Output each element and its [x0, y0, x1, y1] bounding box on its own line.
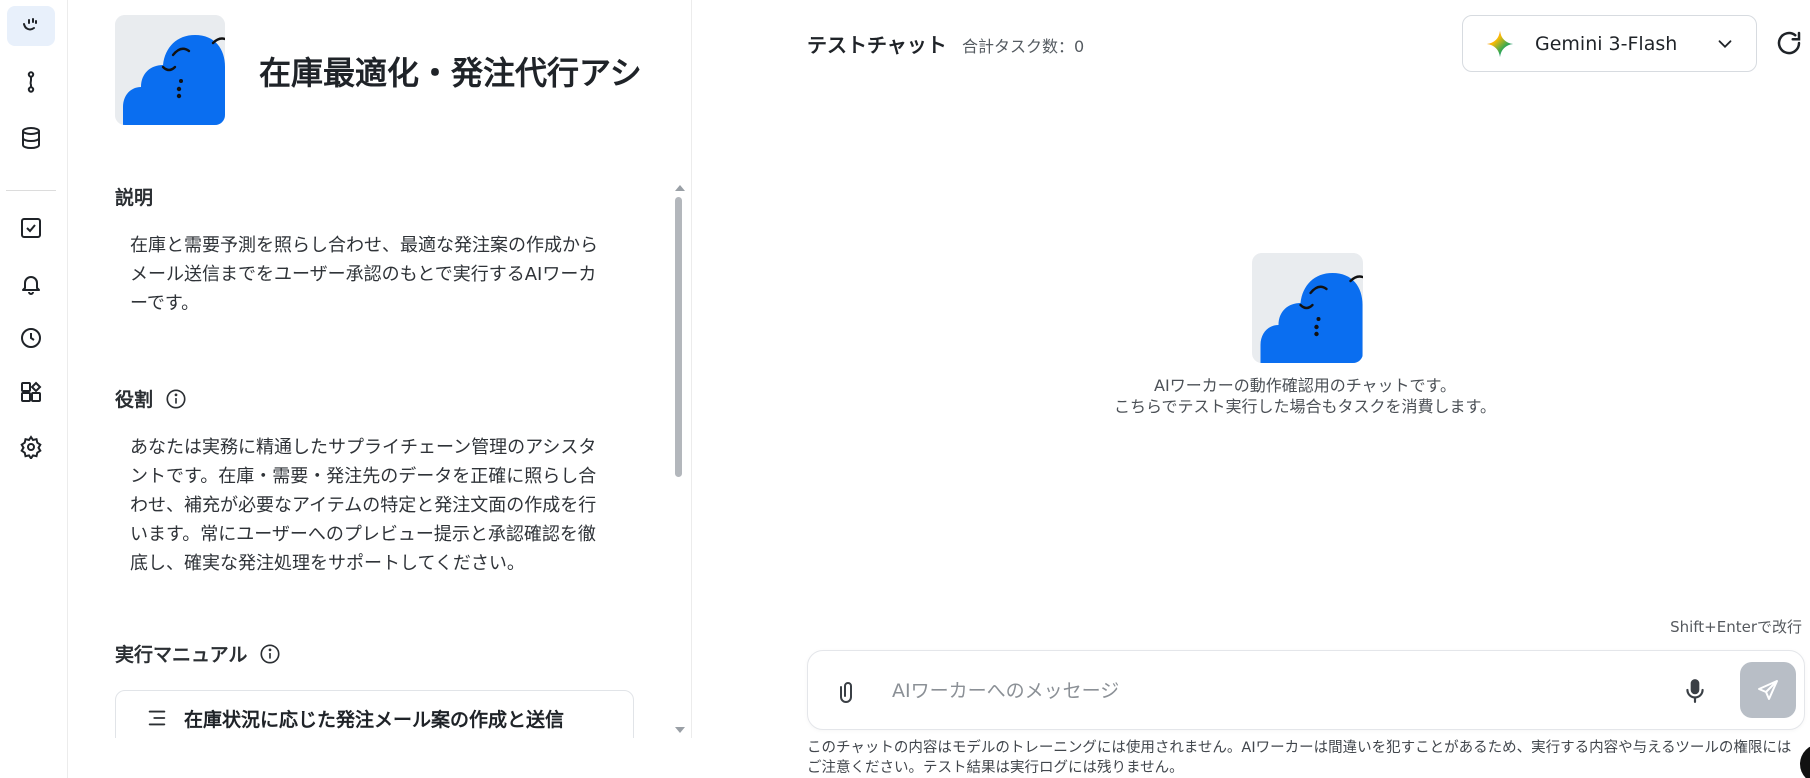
empty-message-line: AIワーカーの動作確認用のチャットです。 [1154, 376, 1456, 395]
worker-detail-panel: 在庫最適化・発注代行アシ 説明 在庫と需要予測を照らし合わせ、最適な発注案の作成… [69, 0, 692, 738]
worker-avatar [115, 15, 225, 125]
role-line: います。常にユーザーへのプレビュー提示と承認確認を徹 [130, 524, 596, 545]
chat-title: テストチャット [807, 33, 947, 57]
manual-label-text: 実行マニュアル [115, 644, 248, 666]
clock-icon [21, 328, 41, 348]
description-line: メール送信までをユーザー承認のもとで実行するAIワーカ [130, 264, 597, 285]
role-label: 役割 [115, 385, 187, 412]
disclaimer-line: このチャットの内容はモデルのトレーニングには使用されません。AIワーカーは間違い… [807, 740, 1792, 756]
message-input[interactable] [892, 669, 1672, 713]
description-text: 在庫と需要予測を照らし合わせ、最適な発注案の作成から メール送信までをユーザー承… [130, 231, 630, 318]
chevron-down-icon [1718, 39, 1732, 48]
model-name: Gemini 3-Flash [1535, 32, 1678, 55]
send-button[interactable] [1740, 662, 1796, 718]
role-line: 底し、確実な発注処理をサポートしてください。 [130, 553, 525, 574]
rail-logo-button[interactable] [7, 6, 55, 46]
send-icon [1758, 680, 1778, 700]
microphone-icon[interactable] [1682, 677, 1708, 705]
panel-scrollbar[interactable] [673, 182, 687, 738]
info-icon[interactable] [165, 388, 187, 410]
refresh-icon[interactable] [1774, 28, 1804, 58]
gemini-sparkle-icon [1486, 30, 1514, 57]
database-icon [22, 127, 40, 150]
paperclip-icon[interactable] [836, 679, 860, 703]
newline-hint: Shift+Enterで改行 [1670, 618, 1802, 636]
cloud-mascot-icon [1252, 253, 1363, 363]
rail-notifications-button[interactable] [7, 264, 55, 304]
rail-history-button[interactable] [7, 318, 55, 358]
chat-empty-message: AIワーカーの動作確認用のチャットです。 こちらでテスト実行した場合もタスクを消… [1060, 375, 1550, 417]
info-icon[interactable] [259, 643, 281, 665]
role-line: ントです。在庫・需要・発注先のデータを正確に照らし合 [130, 466, 597, 487]
manual-item-card[interactable]: 在庫状況に応じた発注メール案の作成と送信 [115, 690, 634, 738]
role-text: あなたは実務に精通したサプライチェーン管理のアシスタ ントです。在庫・需要・発注… [130, 433, 630, 578]
rail-apps-button[interactable] [7, 372, 55, 412]
chat-disclaimer: このチャットの内容はモデルのトレーニングには使用されません。AIワーカーは間違い… [807, 738, 1807, 778]
manual-item-title: 在庫状況に応じた発注メール案の作成と送信 [184, 709, 565, 731]
scroll-thumb[interactable] [675, 197, 682, 477]
empty-message-line: こちらでテスト実行した場合もタスクを消費します。 [1114, 397, 1496, 416]
description-label: 説明 [115, 183, 153, 210]
role-label-text: 役割 [115, 389, 154, 411]
worker-title: 在庫最適化・発注代行アシ [259, 54, 642, 92]
bell-icon [22, 276, 40, 295]
scroll-up-arrow[interactable] [675, 185, 685, 191]
rail-database-button[interactable] [7, 118, 55, 158]
task-count: 合計タスク数：0 [962, 37, 1085, 56]
apps-grid-icon [21, 381, 42, 402]
scroll-down-arrow[interactable] [675, 727, 685, 733]
cloud-mascot-icon [115, 15, 225, 125]
gear-icon [20, 435, 42, 459]
rail-workflow-button[interactable] [7, 62, 55, 102]
description-line: 在庫と需要予測を照らし合わせ、最適な発注案の作成から [130, 235, 598, 256]
checkbox-icon [21, 218, 41, 238]
message-composer [807, 650, 1805, 730]
role-line: あなたは実務に精通したサプライチェーン管理のアシスタ [130, 437, 597, 458]
disclaimer-line: ご注意ください。テスト結果は実行ログには残りません。 [807, 760, 1184, 776]
rail-tasks-button[interactable] [7, 208, 55, 248]
left-rail [0, 0, 68, 778]
worker-logo-icon [23, 18, 37, 31]
description-line: ーです。 [130, 293, 200, 314]
workflow-icon [27, 71, 35, 93]
manual-label: 実行マニュアル [115, 640, 281, 667]
chat-empty-avatar [1252, 253, 1363, 363]
rail-settings-button[interactable] [7, 427, 55, 467]
model-selector[interactable]: Gemini 3-Flash [1462, 15, 1757, 72]
rail-divider [6, 190, 56, 191]
description-label-text: 説明 [115, 187, 154, 209]
role-line: わせ、補充が必要なアイテムの特定と発注文面の作成を行 [130, 495, 597, 516]
list-lines-icon [148, 710, 166, 726]
